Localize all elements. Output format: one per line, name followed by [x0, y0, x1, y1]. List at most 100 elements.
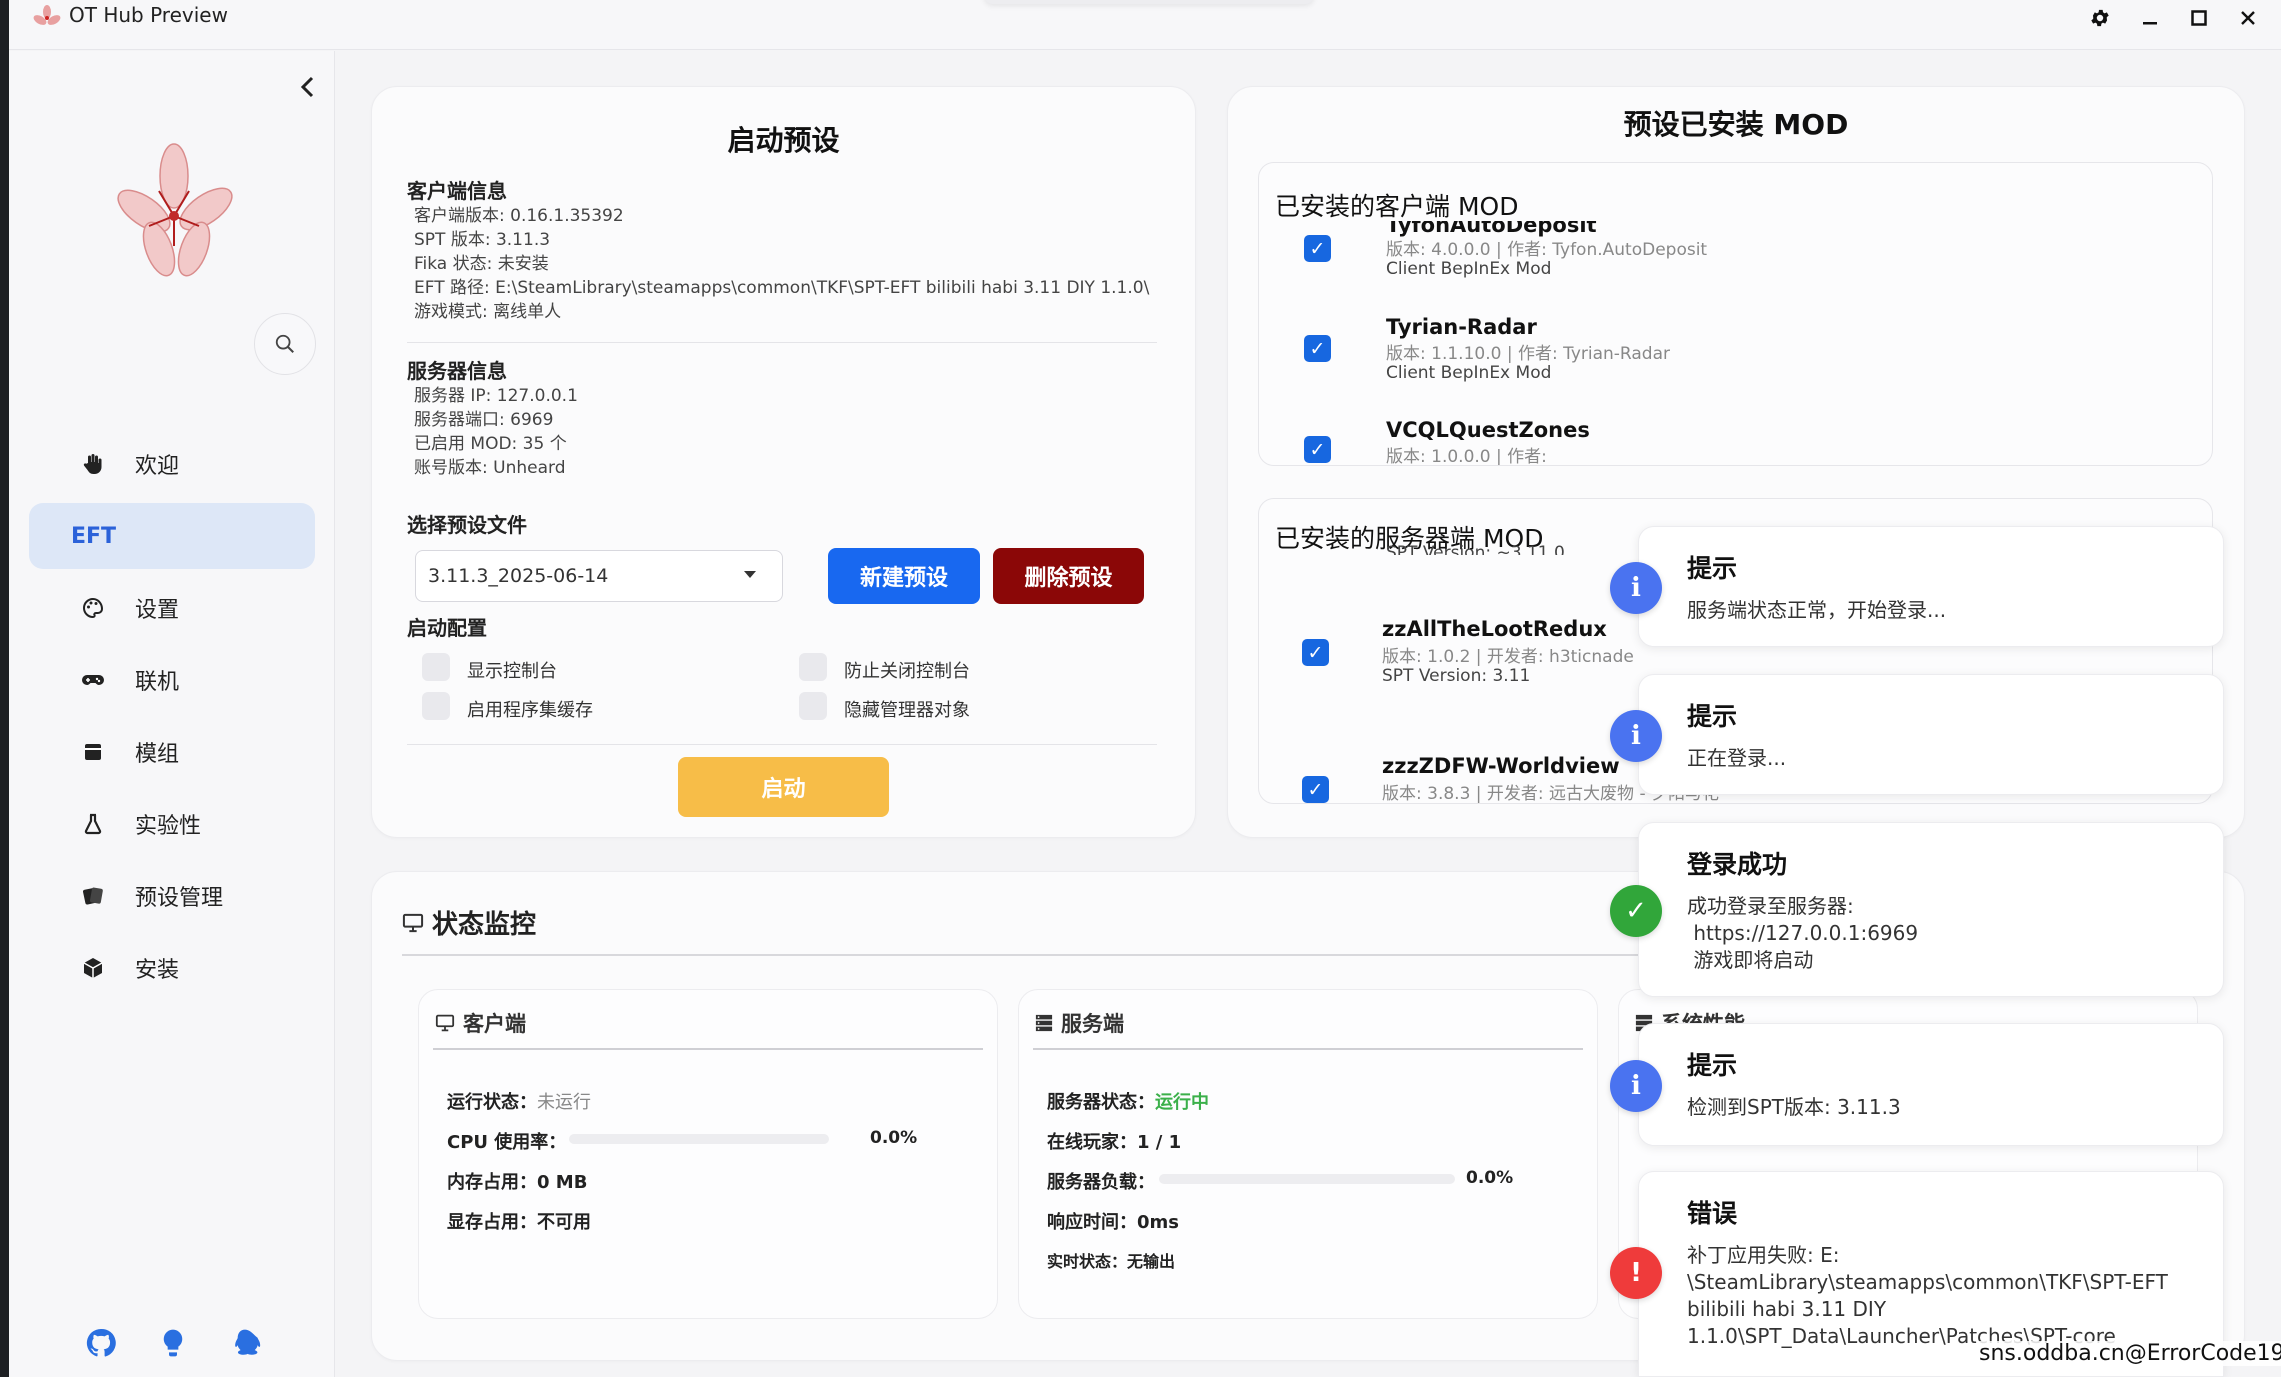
- delete-preset-button[interactable]: 删除预设: [993, 548, 1144, 604]
- lightbulb-icon[interactable]: [157, 1327, 189, 1359]
- toast-body: 成功登录至服务器: https://127.0.0.1:6969 游戏即将启动: [1687, 894, 1919, 972]
- launch-config-heading: 启动配置: [407, 616, 487, 640]
- minimize-icon[interactable]: [2130, 2, 2170, 34]
- toast-success[interactable]: 登录成功 成功登录至服务器: https://127.0.0.1:6969 游戏…: [1638, 822, 2224, 997]
- qq-penguin-icon[interactable]: [229, 1327, 261, 1359]
- sidebar-item-label: 安装: [135, 958, 180, 983]
- account-version: 账号版本: Unheard: [414, 458, 566, 478]
- mod-item: ✓ TyfonAutoDeposit 版本: 4.0.0.0 | 作者: Tyf…: [1259, 215, 2212, 287]
- mod-type: Client BepInEx Mod: [1386, 259, 1552, 279]
- sidebar-item-label: 预设管理: [135, 886, 224, 911]
- preset-select[interactable]: 3.11.3_2025-06-14: [415, 550, 783, 602]
- info-icon: i: [1610, 562, 1662, 614]
- sidebar-item-label: 设置: [135, 598, 180, 623]
- toast-info[interactable]: 提示 检测到SPT版本: 3.11.3: [1638, 1023, 2224, 1146]
- sidebar-item-label: 联机: [135, 670, 180, 695]
- toast-info[interactable]: 提示 服务端状态正常，开始登录...: [1638, 526, 2224, 647]
- option-label: 防止关闭控制台: [844, 661, 970, 682]
- toast-body: 正在登录...: [1687, 746, 1787, 770]
- github-icon[interactable]: [85, 1327, 117, 1359]
- client-mods-box: 已安装的客户端 MOD ✓ TyfonAutoDeposit 版本: 4.0.0…: [1258, 162, 2213, 466]
- option-label: 显示控制台: [467, 661, 557, 682]
- sidebar-item-experimental[interactable]: 实验性: [29, 791, 315, 857]
- client-info-heading: 客户端信息: [407, 179, 507, 203]
- server-status-panel: 服务端 服务器状态：运行中 在线玩家：1 / 1 服务器负载： 0.0% 响应时…: [1018, 989, 1598, 1319]
- checkbox[interactable]: [422, 653, 450, 681]
- sidebar-item-welcome[interactable]: 欢迎: [29, 431, 315, 497]
- sidebar-nav: 欢迎 EFT 设置 联机 模组 实验性 预设管理 安装: [29, 431, 315, 1007]
- cards-icon: [83, 887, 103, 905]
- sidebar-footer: [85, 1327, 261, 1359]
- game-mode: 游戏模式: 离线单人: [414, 302, 562, 322]
- mod-enabled-checkbox[interactable]: ✓: [1302, 776, 1329, 803]
- collapse-sidebar-chevron-icon[interactable]: [288, 67, 328, 107]
- close-icon[interactable]: [2228, 2, 2268, 34]
- launch-card-title: 启动预设: [727, 124, 840, 157]
- checkbox[interactable]: [799, 692, 827, 720]
- option-prevent-close-console[interactable]: 防止关闭控制台: [799, 653, 970, 683]
- mod-item: ✓ Tyrian-Radar 版本: 1.1.10.0 | 作者: Tyrian…: [1259, 315, 2212, 391]
- server-port: 服务器端口: 6969: [414, 410, 554, 430]
- toast-body: 补丁应用失败: E: \SteamLibrary\steamapps\commo…: [1687, 1243, 2168, 1348]
- brand-flower-logo: [117, 143, 233, 277]
- option-assembly-cache[interactable]: 启用程序集缓存: [422, 692, 593, 722]
- client-info-list: 客户端版本: 0.16.1.35392 SPT 版本: 3.11.3 Fika …: [414, 204, 1149, 324]
- divider: [407, 342, 1157, 343]
- server-rack-icon: [1035, 1014, 1053, 1032]
- mod-enabled-checkbox[interactable]: ✓: [1304, 235, 1331, 262]
- search-button[interactable]: [254, 313, 316, 375]
- drag-handle[interactable]: [984, 0, 1314, 4]
- maximize-icon[interactable]: [2179, 2, 2219, 34]
- divider: [1033, 1048, 1583, 1050]
- client-memory: 内存占用：0 MB: [447, 1172, 588, 1193]
- option-hide-manager-object[interactable]: 隐藏管理器对象: [799, 692, 970, 722]
- sidebar-item-settings[interactable]: 设置: [29, 575, 315, 641]
- mod-meta: 版本: 1.0.2 | 开发者: h3ticnade: [1382, 647, 1634, 667]
- option-label: 启用程序集缓存: [467, 700, 593, 721]
- new-preset-button[interactable]: 新建预设: [828, 548, 980, 604]
- cpu-usage-bar: [569, 1134, 829, 1144]
- mod-enabled-checkbox[interactable]: ✓: [1304, 335, 1331, 362]
- sidebar-item-install[interactable]: 安装: [29, 935, 315, 1001]
- title-bar: OT Hub Preview: [9, 0, 2281, 50]
- mod-name: VCQLQuestZones: [1386, 418, 1590, 442]
- sidebar-item-preset-manager[interactable]: 预设管理: [29, 863, 315, 929]
- live-status-value: 无输出: [1127, 1252, 1176, 1271]
- fika-status: Fika 状态: 未安装: [414, 254, 549, 274]
- server-info-list: 服务器 IP: 127.0.0.1 服务器端口: 6969 已启用 MOD: 3…: [414, 384, 578, 480]
- toast-info[interactable]: 提示 正在登录...: [1638, 674, 2224, 795]
- toast-title: 提示: [1687, 1051, 1738, 1080]
- error-icon: !: [1610, 1247, 1662, 1299]
- hand-icon: [83, 454, 102, 474]
- client-vram-value: 不可用: [537, 1212, 591, 1233]
- flask-icon: [84, 813, 102, 835]
- live-status: 实时状态：无输出: [1047, 1252, 1176, 1271]
- option-show-console[interactable]: 显示控制台: [422, 653, 557, 683]
- sidebar-item-mods[interactable]: 模组: [29, 719, 315, 785]
- cpu-usage-percent: 0.0%: [870, 1128, 918, 1148]
- start-button[interactable]: 启动: [678, 757, 889, 817]
- client-version: 客户端版本: 0.16.1.35392: [414, 206, 624, 226]
- server-state: 服务器状态：运行中: [1047, 1092, 1209, 1113]
- mod-enabled-checkbox[interactable]: ✓: [1302, 639, 1329, 666]
- client-status-heading: 客户端: [435, 1008, 526, 1038]
- server-load-bar: [1159, 1174, 1455, 1184]
- server-load-percent: 0.0%: [1466, 1168, 1514, 1188]
- sidebar-item-label: 模组: [135, 742, 180, 767]
- divider: [407, 744, 1157, 745]
- box-icon: [85, 744, 101, 760]
- mod-enabled-checkbox[interactable]: ✓: [1304, 436, 1331, 463]
- monitor-icon: [435, 1014, 455, 1032]
- sidebar-item-eft[interactable]: EFT: [29, 503, 315, 569]
- client-heading-text: 客户端: [463, 1012, 526, 1036]
- sidebar-item-multiplayer[interactable]: 联机: [29, 647, 315, 713]
- client-vram: 显存占用：不可用: [447, 1212, 591, 1233]
- server-info-heading: 服务器信息: [407, 359, 507, 383]
- response-time-value: 0ms: [1137, 1212, 1179, 1233]
- package-icon: [83, 958, 103, 978]
- settings-gear-icon[interactable]: [2080, 2, 2120, 34]
- checkbox[interactable]: [799, 653, 827, 681]
- window-title: OT Hub Preview: [69, 3, 228, 27]
- checkbox[interactable]: [422, 692, 450, 720]
- check-icon: ✓: [1610, 885, 1662, 937]
